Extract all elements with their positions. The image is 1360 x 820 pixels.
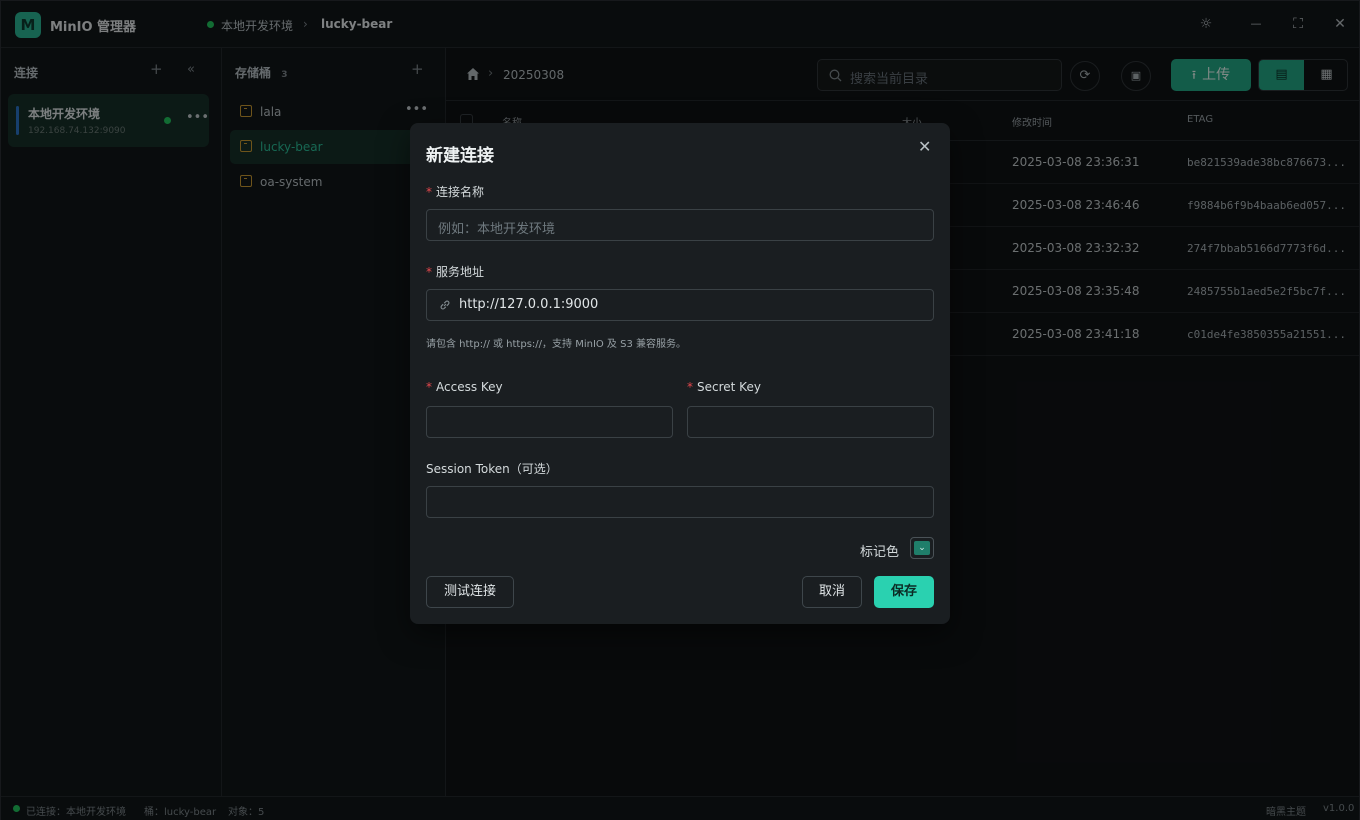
access-key-label-text: Access Key — [436, 380, 503, 394]
test-connection-button[interactable]: 测试连接 — [426, 576, 514, 608]
dialog-title: 新建连接 — [426, 146, 494, 166]
save-button[interactable]: 保存 — [874, 576, 934, 608]
name-label: * 连接名称 — [426, 183, 484, 200]
required-mark: * — [426, 380, 432, 394]
name-placeholder: 例如：本地开发环境 — [438, 222, 556, 237]
new-connection-dialog: 新建连接 ✕ * 连接名称 例如：本地开发环境 * 服务地址 http://127.… — [410, 123, 950, 624]
required-mark: * — [426, 265, 432, 279]
secret-key-label-text: Secret Key — [697, 380, 761, 394]
secret-key-input[interactable] — [687, 406, 934, 438]
secret-key-label: * Secret Key — [687, 380, 761, 394]
session-token-input[interactable] — [426, 486, 934, 518]
endpoint-input[interactable]: http://127.0.0.1:9000 — [426, 289, 934, 321]
name-label-text: 连接名称 — [436, 185, 485, 199]
access-key-label: * Access Key — [426, 380, 503, 394]
access-key-input[interactable] — [426, 406, 673, 438]
endpoint-label: * 服务地址 — [426, 263, 484, 280]
endpoint-hint: 请包含 http:// 或 https://，支持 MinIO 及 S3 兼容服… — [426, 339, 687, 350]
endpoint-value: http://127.0.0.1:9000 — [459, 297, 599, 312]
required-mark: * — [426, 185, 432, 199]
connection-name-input[interactable]: 例如：本地开发环境 — [426, 209, 934, 241]
link-icon — [440, 300, 450, 310]
required-mark: * — [687, 380, 693, 394]
cancel-button[interactable]: 取消 — [802, 576, 862, 608]
session-token-label: Session Token（可选） — [426, 462, 558, 476]
color-label: 标记色 — [860, 545, 900, 560]
endpoint-label-text: 服务地址 — [436, 265, 485, 279]
close-icon[interactable]: ✕ — [918, 137, 931, 156]
chevron-down-icon: ⌄ — [914, 541, 930, 555]
color-picker[interactable]: ⌄ — [910, 537, 934, 559]
